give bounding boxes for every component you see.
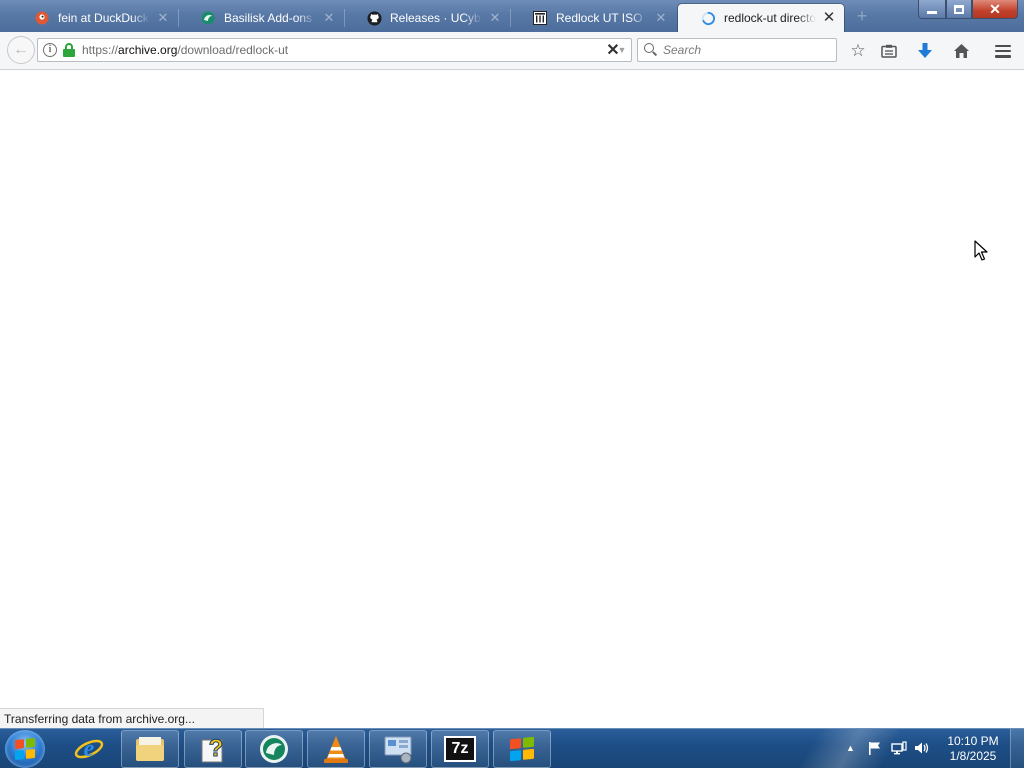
search-input[interactable] bbox=[663, 43, 833, 57]
close-window-button[interactable]: ✕ bbox=[972, 0, 1018, 19]
minimize-window-button[interactable] bbox=[918, 0, 946, 19]
vlc-icon bbox=[324, 736, 348, 763]
volume-icon[interactable] bbox=[914, 741, 930, 757]
back-arrow-icon: ← bbox=[13, 41, 29, 58]
url-host: archive.org bbox=[118, 43, 178, 57]
action-center-flag-icon[interactable] bbox=[867, 741, 883, 757]
lock-icon[interactable] bbox=[63, 43, 75, 57]
taskbar-windows-update[interactable] bbox=[493, 730, 551, 768]
basilisk-icon bbox=[260, 735, 288, 763]
tab-strip: fein at DuckDuckGo ✕ Basilisk Add-ons - … bbox=[0, 0, 1024, 32]
search-bar[interactable] bbox=[637, 38, 837, 62]
star-icon: ☆ bbox=[850, 41, 866, 60]
taskbar-help[interactable]: ? bbox=[184, 730, 242, 768]
tab-basilisk-addons[interactable]: Basilisk Add-ons - Basilisk ✕ bbox=[178, 4, 344, 32]
file-explorer-icon bbox=[136, 737, 164, 761]
taskbar-basilisk[interactable] bbox=[245, 730, 303, 768]
tab-releases[interactable]: Releases · UCyborg ✕ bbox=[344, 4, 510, 32]
basilisk-icon bbox=[200, 10, 216, 26]
mouse-cursor-icon bbox=[974, 240, 988, 261]
taskbar-7zip[interactable]: 7z bbox=[431, 730, 489, 768]
taskbar-control-panel[interactable] bbox=[369, 730, 427, 768]
url-text[interactable]: https://archive.org/download/redlock-ut bbox=[82, 43, 613, 57]
taskbar-internet-explorer[interactable]: e bbox=[60, 730, 118, 768]
hamburger-menu-icon bbox=[995, 44, 1011, 58]
home-icon bbox=[953, 44, 969, 58]
tab-redlock-iso[interactable]: Redlock UT ISO : Internet Archive ✕ bbox=[510, 4, 676, 32]
7zip-icon: 7z bbox=[444, 736, 476, 762]
tab-duckduckgo[interactable]: fein at DuckDuckGo ✕ bbox=[12, 4, 178, 32]
minimize-icon bbox=[927, 10, 937, 14]
maximize-window-button[interactable] bbox=[946, 0, 972, 19]
taskbar-file-explorer[interactable] bbox=[121, 730, 179, 768]
tab-title: Releases · UCyborg bbox=[390, 11, 482, 25]
start-button[interactable] bbox=[5, 730, 45, 768]
windows-logo-icon bbox=[15, 737, 35, 761]
control-panel-icon bbox=[384, 736, 412, 764]
downloads-button[interactable] bbox=[914, 40, 936, 62]
github-icon bbox=[366, 10, 382, 26]
show-hidden-icons-button[interactable]: ▲ bbox=[846, 743, 855, 753]
network-icon[interactable] bbox=[891, 741, 907, 757]
svg-text:e: e bbox=[84, 736, 95, 762]
close-tab-icon[interactable]: ✕ bbox=[322, 11, 336, 25]
close-tab-icon[interactable]: ✕ bbox=[488, 11, 502, 25]
stop-loading-button[interactable]: ✕ bbox=[603, 41, 623, 61]
svg-text:?: ? bbox=[209, 735, 224, 762]
clipboard-icon bbox=[881, 44, 897, 58]
url-path: /download/redlock-ut bbox=[177, 43, 289, 57]
url-prefix: https:// bbox=[82, 43, 119, 57]
tab-title: Redlock UT ISO : Internet Archive bbox=[556, 11, 648, 25]
tab-redlock-directory[interactable]: redlock-ut directory listing ✕ bbox=[678, 4, 844, 32]
restore-icon bbox=[954, 4, 964, 14]
tab-title: redlock-ut directory listing bbox=[724, 11, 816, 25]
download-arrow-icon bbox=[918, 43, 932, 58]
system-clock[interactable]: 10:10 PM 1/8/2025 bbox=[940, 734, 1006, 764]
url-bar[interactable]: i https://archive.org/download/redlock-u… bbox=[37, 38, 632, 62]
windows-update-icon bbox=[510, 736, 534, 762]
close-tab-icon[interactable]: ✕ bbox=[156, 11, 170, 25]
clock-date: 1/8/2025 bbox=[949, 749, 997, 763]
clock-time: 10:10 PM bbox=[947, 734, 999, 748]
show-desktop-button[interactable] bbox=[1010, 729, 1024, 768]
tab-title: fein at DuckDuckGo bbox=[58, 11, 150, 25]
search-icon[interactable] bbox=[644, 43, 658, 57]
tab-title: Basilisk Add-ons - Basilisk bbox=[224, 11, 316, 25]
internet-explorer-icon: e bbox=[74, 736, 104, 762]
reading-list-button[interactable] bbox=[878, 40, 900, 62]
loading-spinner-icon bbox=[700, 10, 716, 26]
home-button[interactable] bbox=[950, 40, 972, 62]
taskbar-vlc[interactable] bbox=[307, 730, 365, 768]
close-tab-icon[interactable]: ✕ bbox=[822, 10, 836, 25]
new-tab-button[interactable]: + bbox=[852, 6, 872, 26]
bookmark-star-button[interactable]: ☆ bbox=[847, 40, 869, 62]
info-icon[interactable]: i bbox=[43, 43, 57, 57]
page-content-area bbox=[0, 71, 1024, 728]
windows-taskbar: e ? 7z ▲ 10:10 PM 1/8/2025 bbox=[0, 728, 1024, 768]
archive-icon bbox=[532, 10, 548, 26]
back-button[interactable]: ← bbox=[7, 36, 35, 64]
help-icon: ? bbox=[201, 735, 224, 763]
open-menu-button[interactable] bbox=[992, 40, 1014, 62]
close-tab-icon[interactable]: ✕ bbox=[654, 11, 668, 25]
navigation-toolbar: ← i https://archive.org/download/redlock… bbox=[0, 32, 1024, 70]
duckduckgo-icon bbox=[34, 10, 50, 26]
status-panel: Transferring data from archive.org... bbox=[0, 708, 264, 728]
